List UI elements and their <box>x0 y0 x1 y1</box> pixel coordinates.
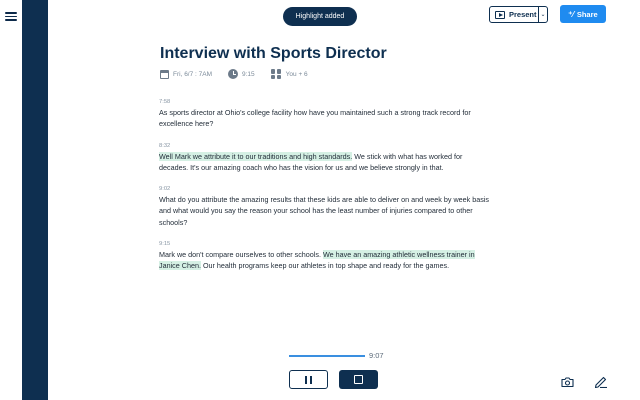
presentation-icon <box>495 10 505 19</box>
page-title: Interview with Sports Director <box>160 45 387 62</box>
meta-date-text: Fri, 6/7 : 7AM <box>173 70 213 78</box>
timestamp[interactable]: 7:58 <box>159 97 489 107</box>
share-icon: ⁺⁄ <box>568 9 574 19</box>
pause-icon <box>305 375 307 384</box>
meta-duration-text: 9:15 <box>242 70 255 78</box>
highlight-toast: Highlight added <box>283 7 357 26</box>
transcript-text[interactable]: What do you attribute the amazing result… <box>159 194 489 228</box>
meta-date: Fri, 6/7 : 7AM <box>160 69 213 79</box>
clock-icon <box>228 69 239 79</box>
transcript-text[interactable]: Well Mark we attribute it to our traditi… <box>159 151 489 174</box>
present-main[interactable]: Present <box>490 7 538 22</box>
share-label: Share <box>576 9 598 19</box>
transcript-entry: 9:15 Mark we don't compare ourselves to … <box>159 239 489 272</box>
pause-icon-bar <box>310 375 312 384</box>
sidebar <box>0 0 22 400</box>
stop-icon <box>354 375 363 384</box>
text-segment: Mark we don't compare ourselves to other… <box>159 250 323 260</box>
highlighted-segment[interactable]: Well Mark we attribute it to our traditi… <box>159 151 353 161</box>
menu-icon[interactable] <box>4 10 18 22</box>
timestamp[interactable]: 8:32 <box>159 141 489 151</box>
transcript-entry: 8:32 Well Mark we attribute it to our tr… <box>159 141 489 174</box>
chevron-down-icon[interactable]: ⌄ <box>538 7 547 22</box>
text-segment: What do you attribute the amazing result… <box>159 195 490 227</box>
share-button[interactable]: ⁺⁄ Share <box>560 5 606 23</box>
transcript-text[interactable]: Mark we don't compare ourselves to other… <box>159 249 489 272</box>
calendar-icon <box>160 69 169 79</box>
present-button[interactable]: Present ⌄ <box>489 6 548 23</box>
text-segment: As sports director at Ohio's college fac… <box>159 108 471 129</box>
left-rail <box>22 0 48 400</box>
meta-participants[interactable]: You + 6 <box>270 69 308 79</box>
camera-icon[interactable] <box>561 376 574 388</box>
timestamp[interactable]: 9:02 <box>159 184 489 194</box>
stop-button[interactable] <box>339 370 378 389</box>
pause-button[interactable] <box>289 370 328 389</box>
participants-icon <box>270 69 282 79</box>
transcript-entry: 7:58 As sports director at Ohio's colleg… <box>159 97 489 130</box>
playback-time: 9:07 <box>369 351 384 360</box>
text-segment: Our health programs keep our athletes in… <box>200 261 450 271</box>
playback-progress-bar[interactable] <box>289 355 365 357</box>
transcript-entry: 9:02 What do you attribute the amazing r… <box>159 184 489 228</box>
transcript: 7:58 As sports director at Ohio's colleg… <box>159 97 489 283</box>
timestamp[interactable]: 9:15 <box>159 239 489 249</box>
meta-participants-text: You + 6 <box>285 70 308 78</box>
transcript-text[interactable]: As sports director at Ohio's college fac… <box>159 107 489 130</box>
annotate-pen-icon[interactable] <box>594 375 608 388</box>
meta-duration: 9:15 <box>228 69 255 79</box>
meeting-meta: Fri, 6/7 : 7AM 9:15 You + 6 <box>160 69 324 79</box>
present-label: Present <box>509 10 537 19</box>
